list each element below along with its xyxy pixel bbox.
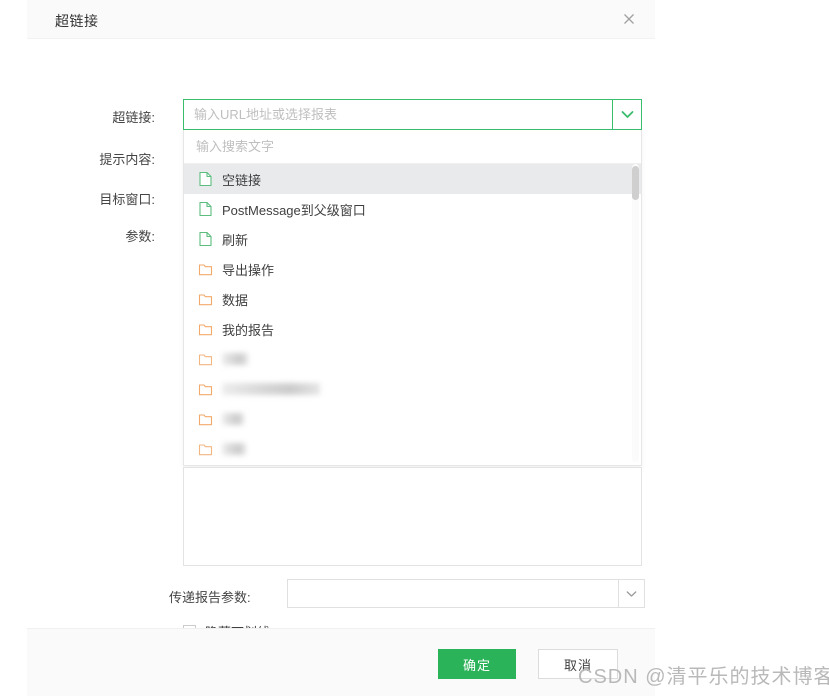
close-icon[interactable] <box>619 9 639 29</box>
pass-report-params-input[interactable] <box>287 579 618 608</box>
hyperlink-dialog: 超链接 超链接: 提示内容: 目标窗口: 参数: 输入搜索文字 <box>27 0 655 696</box>
dialog-footer: 确定 取消 <box>27 628 655 696</box>
hyperlink-input[interactable] <box>183 99 612 130</box>
list-item-label-redacted <box>222 383 320 395</box>
file-icon <box>198 171 213 187</box>
dropdown-scrollbar-thumb[interactable] <box>632 166 639 200</box>
list-item[interactable]: PostMessage到父级窗口 <box>184 194 641 224</box>
chevron-down-icon <box>621 107 634 122</box>
dialog-title: 超链接 <box>55 13 99 29</box>
folder-icon <box>198 441 213 457</box>
list-item[interactable]: 导出操作 <box>184 254 641 284</box>
list-item-label: 空链接 <box>222 172 262 188</box>
list-item[interactable]: 我的报告 <box>184 314 641 344</box>
list-item-label: PostMessage到父级窗口 <box>222 202 366 218</box>
hyperlink-combo <box>183 99 642 130</box>
list-item-label-redacted <box>222 443 246 455</box>
folder-icon <box>198 351 213 367</box>
folder-icon <box>198 411 213 427</box>
list-item-label: 我的报告 <box>222 322 275 338</box>
list-item[interactable] <box>184 434 641 464</box>
list-item-label-redacted <box>222 413 244 425</box>
folder-icon <box>198 291 213 307</box>
list-item[interactable]: 刷新 <box>184 224 641 254</box>
dropdown-item-list: 空链接 PostMessage到父级窗口 刷新 导出操作 数据 我的报告 <box>184 164 641 465</box>
dialog-header: 超链接 <box>27 0 655 39</box>
list-item-label: 导出操作 <box>222 262 275 278</box>
list-item-label: 刷新 <box>222 232 249 248</box>
pass-report-params-label: 传递报告参数: <box>169 590 251 605</box>
hyperlink-dropdown-panel: 输入搜索文字 空链接 PostMessage到父级窗口 刷新 导出操作 数据 我… <box>183 130 642 466</box>
params-textarea[interactable] <box>183 467 642 566</box>
dropdown-search-input[interactable]: 输入搜索文字 <box>184 130 641 164</box>
list-item[interactable]: 空链接 <box>184 164 641 194</box>
folder-icon <box>198 381 213 397</box>
dropdown-scrollbar-track[interactable] <box>632 164 639 462</box>
target-window-label: 目标窗口: <box>99 192 155 207</box>
pass-report-params-dropdown-toggle[interactable] <box>618 579 645 608</box>
list-item[interactable] <box>184 344 641 374</box>
list-item-label-redacted <box>222 353 248 365</box>
folder-icon <box>198 261 213 277</box>
file-icon <box>198 231 213 247</box>
folder-icon <box>198 321 213 337</box>
tip-content-label: 提示内容: <box>99 152 155 167</box>
cancel-button[interactable]: 取消 <box>538 649 618 679</box>
hyperlink-label: 超链接: <box>112 110 155 125</box>
ok-button[interactable]: 确定 <box>438 649 516 679</box>
list-item[interactable] <box>184 374 641 404</box>
hyperlink-dropdown-toggle[interactable] <box>612 99 642 130</box>
pass-report-params-combo <box>287 579 645 608</box>
chevron-down-icon <box>626 586 637 601</box>
list-item[interactable] <box>184 404 641 434</box>
dialog-body: 超链接: 提示内容: 目标窗口: 参数: 输入搜索文字 <box>27 39 655 640</box>
list-item[interactable]: 数据 <box>184 284 641 314</box>
params-label: 参数: <box>125 229 155 244</box>
list-item-label: 数据 <box>222 292 249 308</box>
file-icon <box>198 201 213 217</box>
